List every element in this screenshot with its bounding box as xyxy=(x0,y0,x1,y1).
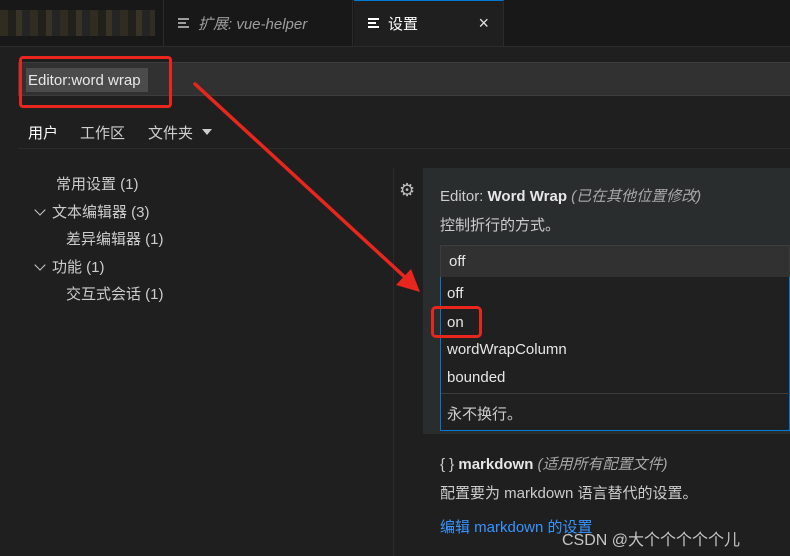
tab-label: 设置 xyxy=(388,16,419,33)
scope-tab-user[interactable]: 用户 xyxy=(18,116,69,149)
settings-doc-icon xyxy=(368,18,380,29)
close-icon[interactable]: × xyxy=(478,13,489,34)
scope-tab-folder[interactable]: 文件夹 xyxy=(148,116,213,148)
option-word-wrap-column[interactable]: wordWrapColumn xyxy=(447,341,567,358)
annotation-highlight-search xyxy=(19,56,172,108)
toc-item-interactive-session[interactable]: 交互式会话 (1) xyxy=(66,283,164,304)
tab-label: 扩展: vue-helper xyxy=(198,15,308,33)
word-wrap-select[interactable]: off xyxy=(440,245,790,278)
chevron-down-icon[interactable] xyxy=(34,259,46,271)
option-bounded[interactable]: bounded xyxy=(447,369,505,386)
setting-title: Editor: Word Wrap (已在其他位置修改) xyxy=(440,185,701,206)
scope-tab-workspace[interactable]: 工作区 xyxy=(80,116,125,148)
toc-item-label: 常用设置 (1) xyxy=(56,176,139,193)
setting-scope-note: (适用所有配置文件) xyxy=(537,456,668,473)
markdown-setting-description: 配置要为 markdown 语言替代的设置。 xyxy=(440,485,698,502)
toc-item-label: 文本编辑器 (3) xyxy=(52,204,150,221)
toc-item-text-editor[interactable]: 文本编辑器 (3) xyxy=(34,201,150,222)
tab-extension-vue-helper[interactable]: 扩展: vue-helper xyxy=(163,0,353,46)
toc-divider xyxy=(393,168,394,556)
braces-icon: { } xyxy=(440,456,455,473)
blurred-tab-area xyxy=(0,10,155,36)
gear-icon[interactable]: ⚙ xyxy=(399,180,415,201)
toc-item-label: 功能 (1) xyxy=(52,259,105,276)
option-description: 永不换行。 xyxy=(447,406,523,423)
setting-name: Word Wrap xyxy=(487,188,567,205)
toc-item-label: 交互式会话 (1) xyxy=(66,286,164,303)
watermark: CSDN @大个个个个个儿 xyxy=(562,532,741,549)
chevron-down-icon[interactable] xyxy=(202,129,213,135)
chevron-down-icon[interactable] xyxy=(34,204,46,216)
setting-modified-note[interactable]: (已在其他位置修改) xyxy=(571,188,701,205)
toc-item-common[interactable]: 常用设置 (1) xyxy=(56,173,139,194)
option-off[interactable]: off xyxy=(447,285,463,302)
toc-item-label: 差异编辑器 (1) xyxy=(66,231,164,248)
setting-name: markdown xyxy=(458,456,534,473)
dropdown-divider xyxy=(441,393,790,394)
toc-item-diff-editor[interactable]: 差异编辑器 (1) xyxy=(66,228,164,249)
scope-tab-folder-label: 文件夹 xyxy=(148,124,194,142)
annotation-highlight-on xyxy=(431,306,482,338)
setting-description: 控制折行的方式。 xyxy=(440,217,561,234)
tab-settings[interactable]: 设置 × xyxy=(354,0,504,46)
markdown-setting-title: { } markdown (适用所有配置文件) xyxy=(440,453,668,474)
divider xyxy=(18,148,790,149)
toc-item-features[interactable]: 功能 (1) xyxy=(34,256,105,277)
preview-icon xyxy=(178,17,190,29)
setting-category: Editor: xyxy=(440,188,488,205)
